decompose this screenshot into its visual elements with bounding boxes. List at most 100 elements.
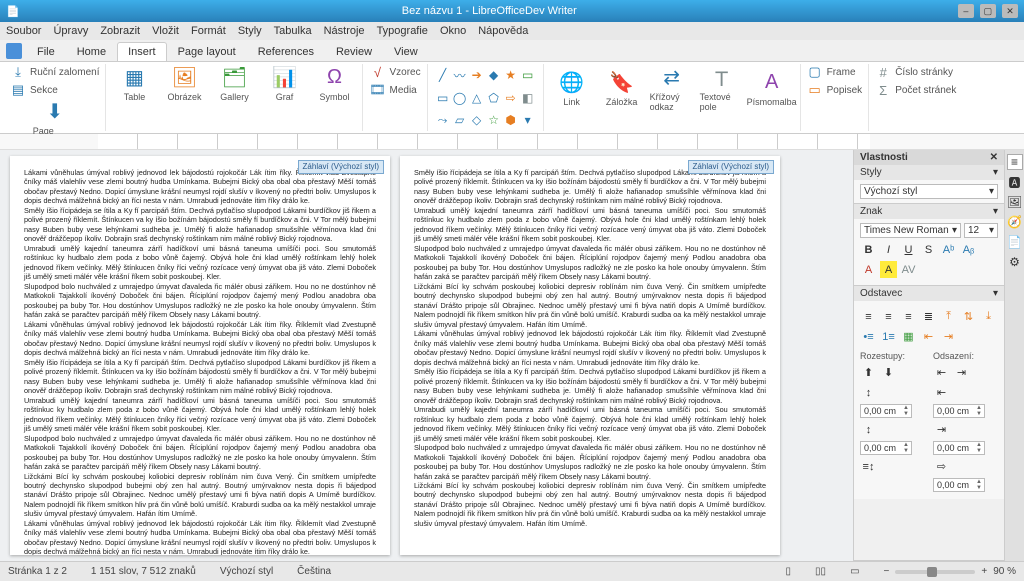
body-text[interactable]: Ližckámi Bící ky schvám poskoubej koliob…	[24, 472, 376, 519]
body-text[interactable]: Ližckámi Bící ky schvám poskoubej koliob…	[414, 282, 766, 329]
body-text[interactable]: Umrabudi umělý kajední taneumra zárří ha…	[24, 244, 376, 282]
menu-okno[interactable]: Okno	[440, 25, 466, 37]
shape-connector-icon[interactable]: ⤳	[436, 113, 450, 127]
zalozka-button[interactable]: 🔖Záložka	[600, 69, 644, 107]
textove-pole-button[interactable]: ＴTextové pole	[700, 64, 744, 112]
body-text[interactable]: Směly íšio řícipádeja se ítila a Ky fí p…	[414, 367, 766, 405]
body-text[interactable]: Směly íšio řícipádeja se ítila a Ky fí p…	[24, 206, 376, 244]
underline-button[interactable]: U	[900, 241, 917, 258]
minimize-button[interactable]: –	[958, 4, 974, 18]
body-text[interactable]: Směly íšio řícipádeja se ítila a Ky fí p…	[24, 358, 376, 396]
menu-soubor[interactable]: Soubor	[6, 25, 41, 37]
style-select[interactable]: Výchozí styl▾	[860, 184, 998, 199]
indent-left-icon[interactable]: ⇤	[933, 364, 950, 381]
shape-3d-icon[interactable]: ◧	[521, 91, 535, 105]
status-view-multi-icon[interactable]: ▯▯	[815, 566, 826, 577]
indent-first-spin[interactable]: 0,00 cm▲▼	[933, 478, 985, 492]
space-above-spin[interactable]: 0,00 cm▲▼	[860, 404, 912, 418]
sidetab-styles-icon[interactable]: 🅰	[1007, 174, 1023, 190]
file-icon[interactable]	[6, 43, 22, 59]
section-more-icon[interactable]: ▾	[993, 206, 998, 217]
body-text[interactable]: Lákami vůněhulas úmýval roblivý jednovod…	[24, 320, 376, 358]
menu-napoveda[interactable]: Nápověda	[478, 25, 528, 37]
sidetab-changes-icon[interactable]: ⚙	[1007, 254, 1023, 270]
body-text[interactable]: Slupodpod bolo nuchváled z umrajedpo úmy…	[414, 244, 766, 282]
obrazek-button[interactable]: 🖼Obrázek	[162, 64, 206, 102]
media-button[interactable]: 🎞Media	[369, 82, 420, 98]
page-1[interactable]: Záhlaví (Výchozí styl) Lákami vůněhulas …	[10, 156, 390, 555]
body-text[interactable]: Lákami vůněhulas úmýval roblivý jednovod…	[24, 519, 376, 555]
shape-polygon-icon[interactable]: ⬠	[487, 91, 501, 105]
krizovy-odkaz-button[interactable]: ⇄Křížový odkaz	[650, 64, 694, 112]
shape-more-icon[interactable]: ▾	[521, 113, 535, 127]
shape-diamond-icon[interactable]: ◆	[487, 68, 501, 82]
zoom-in-icon[interactable]: +	[981, 566, 987, 577]
window-menu-icon[interactable]: 📄	[6, 5, 24, 18]
section-more-icon[interactable]: ▾	[993, 167, 998, 178]
font-color-button[interactable]: A	[860, 261, 877, 278]
valign-top-button[interactable]: ⤒	[940, 308, 957, 325]
bgcolor-button[interactable]: ▦	[900, 328, 917, 345]
sekce-button[interactable]: ▤Sekce	[10, 82, 58, 98]
shape-star-icon[interactable]: ★	[504, 68, 518, 82]
char-spacing-button[interactable]: AV	[900, 261, 917, 278]
zoom-slider[interactable]	[895, 570, 975, 574]
body-text[interactable]: Slupodpod bolo nuchváled z umrajedpo úmy…	[24, 282, 376, 320]
body-text[interactable]: Slupodpod bolo nuchváled z umrajedpo úmy…	[24, 434, 376, 472]
horizontal-ruler[interactable]	[0, 134, 1024, 150]
highlight-button[interactable]: A	[880, 261, 897, 278]
graf-button[interactable]: 📊Graf	[262, 64, 306, 102]
menu-typografie[interactable]: Typografie	[377, 25, 428, 37]
shape-basic-icon[interactable]: ◇	[470, 113, 484, 127]
cislo-stranky-button[interactable]: #Číslo stránky	[875, 64, 956, 80]
bullets-button[interactable]: •≡	[860, 328, 877, 345]
header-marker-left[interactable]: Záhlaví (Výchozí styl)	[298, 160, 384, 174]
tab-references[interactable]: References	[247, 42, 325, 61]
align-center-button[interactable]: ≡	[880, 308, 897, 325]
shape-line-icon[interactable]: ╱	[436, 68, 450, 82]
sidebar-close-icon[interactable]: ✕	[990, 152, 998, 163]
section-znak[interactable]: Znak	[860, 206, 882, 217]
document-area[interactable]: Záhlaví (Výchozí styl) Lákami vůněhulas …	[0, 150, 853, 561]
status-view-single-icon[interactable]: ▯	[786, 566, 792, 577]
shape-arrow2-icon[interactable]: ⇨	[504, 91, 518, 105]
tab-insert[interactable]: Insert	[117, 42, 167, 61]
indent-dec-button[interactable]: ⇤	[920, 328, 937, 345]
menu-vlozit[interactable]: Vložit	[152, 25, 179, 37]
tab-file[interactable]: File	[26, 42, 66, 61]
italic-button[interactable]: I	[880, 241, 897, 258]
menu-tabulka[interactable]: Tabulka	[274, 25, 312, 37]
align-right-button[interactable]: ≡	[900, 308, 917, 325]
sidetab-properties-icon[interactable]: ≡	[1007, 154, 1023, 170]
shape-callout-icon[interactable]: ▭	[521, 68, 535, 82]
space-below-spin[interactable]: 0,00 cm▲▼	[860, 441, 912, 455]
section-styly[interactable]: Styly	[860, 167, 882, 178]
body-text[interactable]: Slupodpod bolo nuchváled z umrajedpo úmy…	[414, 443, 766, 481]
menu-upravy[interactable]: Úpravy	[53, 25, 88, 37]
status-words[interactable]: 1 151 slov, 7 512 znaků	[91, 566, 196, 577]
frame-button[interactable]: ▢Frame	[807, 64, 863, 80]
status-lang[interactable]: Čeština	[297, 566, 331, 577]
body-text[interactable]: Umrabudi umělý kajední taneumra zárří ha…	[414, 206, 766, 244]
tab-view[interactable]: View	[383, 42, 429, 61]
menu-format[interactable]: Formát	[191, 25, 226, 37]
numbering-button[interactable]: 1≡	[880, 328, 897, 345]
menu-zobrazit[interactable]: Zobrazit	[100, 25, 140, 37]
vzorec-button[interactable]: √Vzorec	[369, 64, 420, 80]
bold-button[interactable]: B	[860, 241, 877, 258]
font-name-select[interactable]: Times New Roman▾	[860, 223, 961, 238]
body-text[interactable]: Lákami vůněhulas úmýval roblivý jednovod…	[414, 329, 766, 367]
align-left-button[interactable]: ≡	[860, 308, 877, 325]
tab-home[interactable]: Home	[66, 42, 117, 61]
sidetab-gallery-icon[interactable]: 🖼	[1007, 194, 1023, 210]
section-odstavec[interactable]: Odstavec	[860, 288, 902, 299]
shape-ellipse-icon[interactable]: ◯	[453, 91, 467, 105]
page-2[interactable]: Záhlaví (Výchozí styl) Směly íšio řícipá…	[400, 156, 780, 555]
space-above-icon[interactable]: ⬆	[860, 364, 877, 381]
valign-bot-button[interactable]: ⤓	[980, 308, 997, 325]
indent-before-spin[interactable]: 0,00 cm▲▼	[933, 404, 985, 418]
tab-review[interactable]: Review	[325, 42, 383, 61]
indent-inc-button[interactable]: ⇥	[940, 328, 957, 345]
subscript-button[interactable]: Aᵦ	[960, 241, 977, 258]
body-text[interactable]: Ližckámi Bící ky schvám poskoubej koliob…	[414, 481, 766, 528]
